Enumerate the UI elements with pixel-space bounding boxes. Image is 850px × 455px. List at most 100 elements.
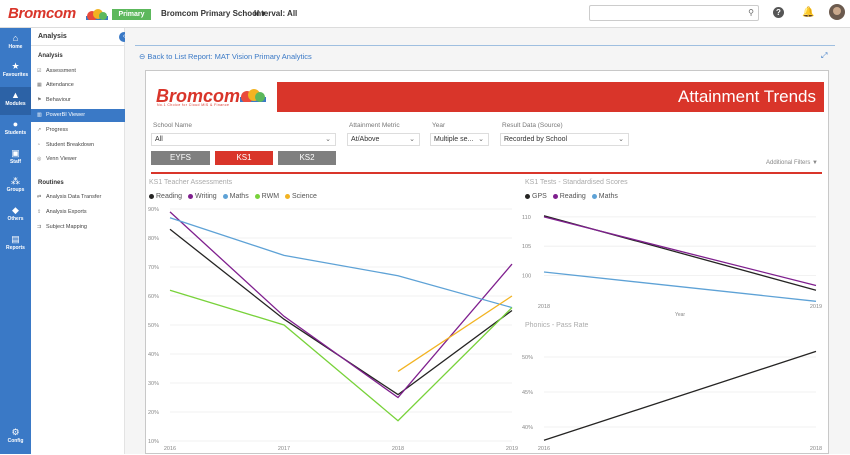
sidebar-item-label: Assessment <box>46 68 76 74</box>
venn-icon: ◎ <box>37 156 42 162</box>
bar-chart-icon: ▥ <box>37 112 42 118</box>
search-icon[interactable]: ⚲ <box>748 8 754 17</box>
reports-icon: ▤ <box>11 234 20 244</box>
star-icon: ★ <box>11 61 20 71</box>
chart3-x-tick-label: 2018 <box>810 446 822 452</box>
sidebar-item-powerbi-viewer[interactable]: ▥ PowerBI Viewer <box>31 109 125 122</box>
sidebar-item-label: PowerBI Viewer <box>46 112 86 118</box>
chart1-y-tick-label: 10% <box>148 439 159 445</box>
trend-icon: ↗ <box>37 127 42 133</box>
chart1-x-tick-label: 2017 <box>278 446 290 452</box>
sidebar-section-routines: Routines <box>38 180 64 186</box>
calendar-icon: ▦ <box>37 82 42 88</box>
chart1-x-tick-label: 2016 <box>164 446 176 452</box>
chart1-y-tick-label: 70% <box>148 265 159 271</box>
nav-groups[interactable]: ⁂ Groups <box>0 173 31 201</box>
search-input[interactable]: ⚲ <box>589 5 759 21</box>
chart1-y-tick-label: 90% <box>148 207 159 213</box>
back-to-list-link[interactable]: ⊖ Back to List <box>139 52 186 61</box>
school-selector-label: Bromcom Primary School <box>161 9 260 18</box>
flag-icon: ⚑ <box>37 97 42 103</box>
sidebar-item-analysis-data-transfer[interactable]: ⇄ Analysis Data Transfer <box>31 191 125 204</box>
config-icon: ⚙ <box>11 427 20 437</box>
bromcom-logo[interactable]: Bromcom <box>8 5 76 22</box>
main-nav-rail: ⌂ Home ★ Favourites ▲ Modules ● Students ▣ St… <box>0 28 31 454</box>
nav-config[interactable]: ⚙ Config <box>0 424 31 452</box>
nav-students[interactable]: ● Students <box>0 116 31 144</box>
sidebar-item-venn-viewer[interactable]: ◎ Venn Viewer <box>31 153 125 166</box>
pie-icon: ◔ <box>37 142 41 148</box>
nav-groups-label: Groups <box>6 187 25 193</box>
nav-favourites-label: Favourites <box>2 72 29 78</box>
chart1-maths-line <box>169 217 513 309</box>
interval-label[interactable]: Interval: All <box>254 9 297 18</box>
nav-students-label: Students <box>4 130 27 136</box>
nav-reports[interactable]: ▤ Reports <box>0 231 31 259</box>
school-selector[interactable]: Bromcom Primary School ▾ <box>161 9 266 18</box>
chart1-y-tick-label: 30% <box>148 381 159 387</box>
students-icon: ● <box>12 119 19 129</box>
staff-icon: ▣ <box>11 148 20 158</box>
sidebar-item-attendance[interactable]: ▦ Attendance <box>31 79 125 92</box>
back-arrow-icon: ⊖ <box>139 52 146 61</box>
sidebar-item-subject-mapping[interactable]: ⇉ Subject Mapping <box>31 221 125 234</box>
logo-mark-icon <box>86 9 108 20</box>
expand-icon[interactable]: ⤢ <box>821 51 827 61</box>
sidebar-item-assessment[interactable]: ☑ Assessment <box>31 65 125 78</box>
top-bar: Bromcom Primary Bromcom Primary School ▾… <box>0 0 850 28</box>
user-avatar[interactable] <box>829 4 845 20</box>
sidebar-item-behaviour[interactable]: ⚑ Behaviour <box>31 94 125 107</box>
sidebar-item-label: Behaviour <box>46 97 71 103</box>
chart1-y-tick-label: 50% <box>148 323 159 329</box>
nav-home-label: Home <box>8 44 23 50</box>
others-icon: ◆ <box>12 205 19 215</box>
environment-badge: Primary <box>112 9 151 20</box>
chart2-x-axis-label: Year <box>675 312 685 318</box>
report-name: Report: MAT Vision Primary Analytics <box>188 52 312 61</box>
sidebar-item-label: Analysis Data Transfer <box>46 194 102 200</box>
chart1-y-tick-label: 20% <box>148 410 159 416</box>
chart1-y-tick-label: 80% <box>148 236 159 242</box>
sidebar-item-label: Venn Viewer <box>46 156 77 162</box>
transfer-icon: ⇄ <box>37 194 42 200</box>
sidebar-item-label: Subject Mapping <box>46 224 87 230</box>
chart3-y-tick-label: 45% <box>522 390 533 396</box>
groups-icon: ⁂ <box>11 176 20 186</box>
chart1-y-tick-label: 40% <box>148 352 159 358</box>
sidebar-item-label: Attendance <box>46 82 74 88</box>
sidebar-item-student-breakdown[interactable]: ◔ Student Breakdown <box>31 139 125 152</box>
notification-bell-icon[interactable]: 🔔 <box>802 7 814 18</box>
chart3-y-tick-label: 40% <box>522 425 533 431</box>
nav-home[interactable]: ⌂ Home <box>0 30 31 58</box>
nav-others[interactable]: ◆ Others <box>0 202 31 230</box>
sidebar-section-analysis: Analysis <box>38 53 63 59</box>
nav-staff[interactable]: ▣ Staff <box>0 145 31 173</box>
sidebar-item-progress[interactable]: ↗ Progress <box>31 124 125 137</box>
chart1-rwm-line <box>169 289 513 422</box>
export-icon: ⇪ <box>37 209 42 215</box>
sidebar-heading: Analysis <box>38 33 67 40</box>
nav-modules-label: Modules <box>5 101 26 107</box>
modules-icon: ▲ <box>11 90 20 100</box>
mapping-icon: ⇉ <box>37 224 42 230</box>
sidebar-item-label: Analysis Exports <box>46 209 87 215</box>
checklist-icon: ☑ <box>37 68 42 74</box>
chart1-x-tick-label: 2019 <box>506 446 518 452</box>
report-canvas: Bromcom No.1 Choice for Cloud MIS & Fina… <box>145 70 829 454</box>
chart2-x-tick-label: 2018 <box>538 304 550 310</box>
chart1-y-tick-label: 60% <box>148 294 159 300</box>
nav-modules[interactable]: ▲ Modules <box>0 87 31 115</box>
sidebar-item-label: Progress <box>46 127 69 133</box>
chart2-y-tick-label: 110 <box>522 215 531 221</box>
content-top-border <box>135 45 835 46</box>
chart1-writing-line <box>169 211 513 399</box>
nav-reports-label: Reports <box>6 245 25 251</box>
nav-staff-label: Staff <box>9 159 22 165</box>
charts-svg: 90% 80% 70% 60% 50% 40% 30% 20% 10% 2016 2017 2018 2… <box>148 207 822 452</box>
sidebar-item-analysis-exports[interactable]: ⇪ Analysis Exports <box>31 206 125 219</box>
sidebar-item-label: Student Breakdown <box>46 142 95 148</box>
chart3-x-tick-label: 2016 <box>538 446 550 452</box>
nav-config-label: Config <box>7 438 24 444</box>
nav-favourites[interactable]: ★ Favourites <box>0 58 31 86</box>
help-icon[interactable]: ? <box>773 7 784 18</box>
